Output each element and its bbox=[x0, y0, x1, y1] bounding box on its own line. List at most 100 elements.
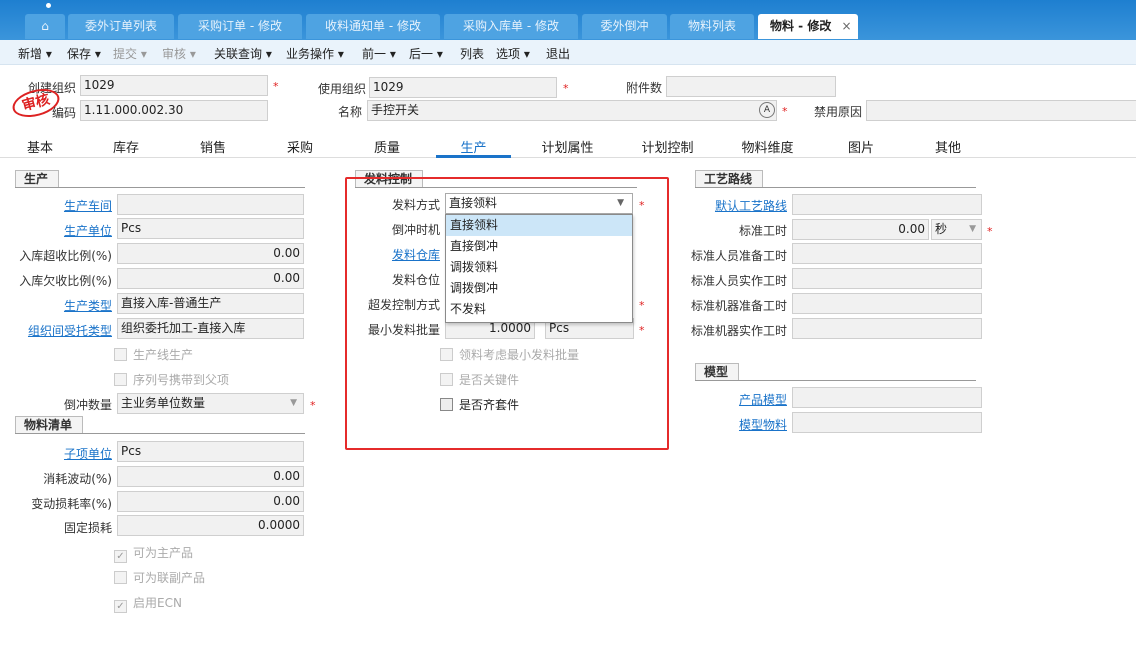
option-transfer-pick[interactable]: 调拨领料 bbox=[446, 257, 632, 278]
exit-button[interactable]: 退出 bbox=[546, 45, 570, 62]
tab-material-edit[interactable]: 物料 - 修改 × bbox=[758, 14, 858, 39]
standard-hours-field[interactable]: 0.00 bbox=[792, 219, 929, 240]
create-org-field[interactable]: 1029 bbox=[80, 75, 268, 96]
product-model-field[interactable] bbox=[792, 387, 982, 408]
kit-checkbox[interactable]: 是否齐套件 bbox=[440, 396, 519, 413]
list-button[interactable]: 列表 bbox=[460, 45, 484, 62]
product-model-link[interactable]: 产品模型 bbox=[680, 391, 787, 408]
machine-setup-label: 标准机器准备工时 bbox=[690, 299, 787, 313]
tab-plan-attributes[interactable]: 计划属性 bbox=[530, 137, 605, 156]
tab-plan-control[interactable]: 计划控制 bbox=[630, 137, 705, 156]
tab-other[interactable]: 其他 bbox=[918, 137, 978, 156]
consumption-fluctuation-label: 消耗波动(%) bbox=[43, 472, 112, 486]
use-org-label: 使用组织 bbox=[317, 82, 366, 96]
submit-button[interactable]: 提交 ▾ bbox=[113, 45, 147, 62]
key-part-checkbox[interactable]: 是否关键件 bbox=[440, 371, 519, 388]
default-routing-field[interactable] bbox=[792, 194, 982, 215]
default-routing-link[interactable]: 默认工艺路线 bbox=[680, 197, 787, 214]
child-unit-link[interactable]: 子项单位 bbox=[0, 445, 112, 462]
tab-receipt-notice[interactable]: 收料通知单 - 修改 bbox=[306, 14, 440, 39]
machine-setup-field[interactable] bbox=[792, 293, 982, 314]
code-field[interactable]: 1.11.000.002.30 bbox=[80, 100, 268, 121]
under-receipt-field[interactable]: 0.00 bbox=[117, 268, 304, 289]
consumption-fluctuation-field[interactable]: 0.00 bbox=[117, 466, 304, 487]
business-ops-button[interactable]: 业务操作 ▾ bbox=[286, 45, 344, 62]
tab-outsourcing-list[interactable]: 委外订单列表 bbox=[68, 14, 174, 39]
multilang-icon[interactable]: A bbox=[759, 102, 775, 118]
next-button[interactable]: 后一 ▾ bbox=[409, 45, 443, 62]
workshop-field[interactable] bbox=[117, 194, 304, 215]
backflush-qty-label: 倒冲数量 bbox=[63, 398, 112, 412]
required-mark: * bbox=[563, 82, 569, 95]
variable-scrap-label: 变动损耗率(%) bbox=[31, 497, 112, 511]
production-type-field[interactable]: 直接入库-普通生产 bbox=[117, 293, 304, 314]
time-unit-select[interactable]: 秒 ▼ bbox=[931, 219, 982, 240]
main-product-checkbox[interactable]: ✓ 可为主产品 bbox=[114, 544, 193, 563]
issue-method-select[interactable]: 直接领料 ▼ bbox=[445, 193, 633, 214]
fixed-scrap-field[interactable]: 0.0000 bbox=[117, 515, 304, 536]
issue-location-label: 发料仓位 bbox=[391, 273, 440, 287]
option-transfer-backflush[interactable]: 调拨倒冲 bbox=[446, 278, 632, 299]
standard-hours-label: 标准工时 bbox=[738, 224, 787, 238]
tab-basic[interactable]: 基本 bbox=[10, 137, 70, 156]
production-unit-link[interactable]: 生产单位 bbox=[0, 222, 112, 239]
save-button[interactable]: 保存 ▾ bbox=[67, 45, 101, 62]
machine-run-field[interactable] bbox=[792, 318, 982, 339]
model-material-field[interactable] bbox=[792, 412, 982, 433]
entrust-type-field[interactable]: 组织委托加工-直接入库 bbox=[117, 318, 304, 339]
model-material-link[interactable]: 模型物料 bbox=[680, 416, 787, 433]
attachment-count-field bbox=[666, 76, 836, 97]
tab-quality[interactable]: 质量 bbox=[357, 137, 417, 156]
tab-home[interactable]: ⌂ bbox=[25, 14, 65, 39]
serial-carry-checkbox[interactable]: 序列号携带到父项 bbox=[114, 371, 229, 388]
over-receipt-field[interactable]: 0.00 bbox=[117, 243, 304, 264]
tab-outsourcing-backflush[interactable]: 委外倒冲 bbox=[582, 14, 667, 39]
tab-images[interactable]: 图片 bbox=[831, 137, 891, 156]
over-issue-label: 超发控制方式 bbox=[367, 298, 440, 312]
audit-button[interactable]: 审核 ▾ bbox=[162, 45, 196, 62]
attachment-count-label: 附件数 bbox=[625, 81, 662, 95]
backflush-timing-label: 倒冲时机 bbox=[391, 223, 440, 237]
by-product-checkbox[interactable]: 可为联副产品 bbox=[114, 569, 205, 586]
labor-setup-field[interactable] bbox=[792, 243, 982, 264]
model-section-header: 模型 bbox=[695, 363, 976, 381]
entrust-type-link[interactable]: 组织间受托类型 bbox=[0, 322, 112, 339]
option-direct-pick[interactable]: 直接领料 bbox=[446, 215, 632, 236]
required-mark: * bbox=[273, 80, 279, 93]
tab-material-dimension[interactable]: 物料维度 bbox=[730, 137, 805, 156]
child-unit-field[interactable]: Pcs bbox=[117, 441, 304, 462]
tab-purchase-order[interactable]: 采购订单 - 修改 bbox=[178, 14, 302, 39]
tab-purchase[interactable]: 采购 bbox=[270, 137, 330, 156]
fixed-scrap-label: 固定损耗 bbox=[63, 521, 112, 535]
consider-min-qty-checkbox[interactable]: 领料考虑最小发料批量 bbox=[440, 346, 579, 363]
use-org-field[interactable]: 1029 bbox=[369, 77, 557, 98]
required-mark: * bbox=[639, 324, 645, 337]
backflush-qty-select[interactable]: 主业务单位数量 ▼ bbox=[117, 393, 304, 414]
tab-production[interactable]: 生产 bbox=[436, 137, 511, 158]
new-button[interactable]: 新增 ▾ bbox=[18, 45, 52, 62]
routing-section-header: 工艺路线 bbox=[695, 170, 976, 188]
name-field[interactable]: 手控开关 bbox=[367, 100, 777, 121]
option-no-issue[interactable]: 不发料 bbox=[446, 299, 632, 320]
tab-sales[interactable]: 销售 bbox=[183, 137, 243, 156]
required-mark: * bbox=[987, 225, 993, 238]
option-direct-backflush[interactable]: 直接倒冲 bbox=[446, 236, 632, 257]
enable-ecn-checkbox[interactable]: ✓ 启用ECN bbox=[114, 594, 182, 613]
tab-purchase-inbound[interactable]: 采购入库单 - 修改 bbox=[444, 14, 578, 39]
toolbar: 新增 ▾ 保存 ▾ 提交 ▾ 审核 ▾ 关联查询 ▾ 业务操作 ▾ 前一 ▾ 后… bbox=[0, 40, 1136, 65]
tab-inventory[interactable]: 库存 bbox=[96, 137, 156, 156]
tab-material-list[interactable]: 物料列表 bbox=[670, 14, 754, 39]
previous-button[interactable]: 前一 ▾ bbox=[362, 45, 396, 62]
status-dot bbox=[46, 3, 51, 8]
labor-run-field[interactable] bbox=[792, 268, 982, 289]
chevron-down-icon[interactable]: ▼ bbox=[617, 194, 624, 213]
line-production-checkbox[interactable]: 生产线生产 bbox=[114, 346, 193, 363]
related-query-button[interactable]: 关联查询 ▾ bbox=[214, 45, 272, 62]
issue-warehouse-link[interactable]: 发料仓库 bbox=[350, 246, 440, 263]
close-icon[interactable]: × bbox=[842, 19, 852, 33]
workshop-link[interactable]: 生产车间 bbox=[0, 197, 112, 214]
options-button[interactable]: 选项 ▾ bbox=[496, 45, 530, 62]
production-type-link[interactable]: 生产类型 bbox=[0, 297, 112, 314]
variable-scrap-field[interactable]: 0.00 bbox=[117, 491, 304, 512]
production-unit-field[interactable]: Pcs bbox=[117, 218, 304, 239]
